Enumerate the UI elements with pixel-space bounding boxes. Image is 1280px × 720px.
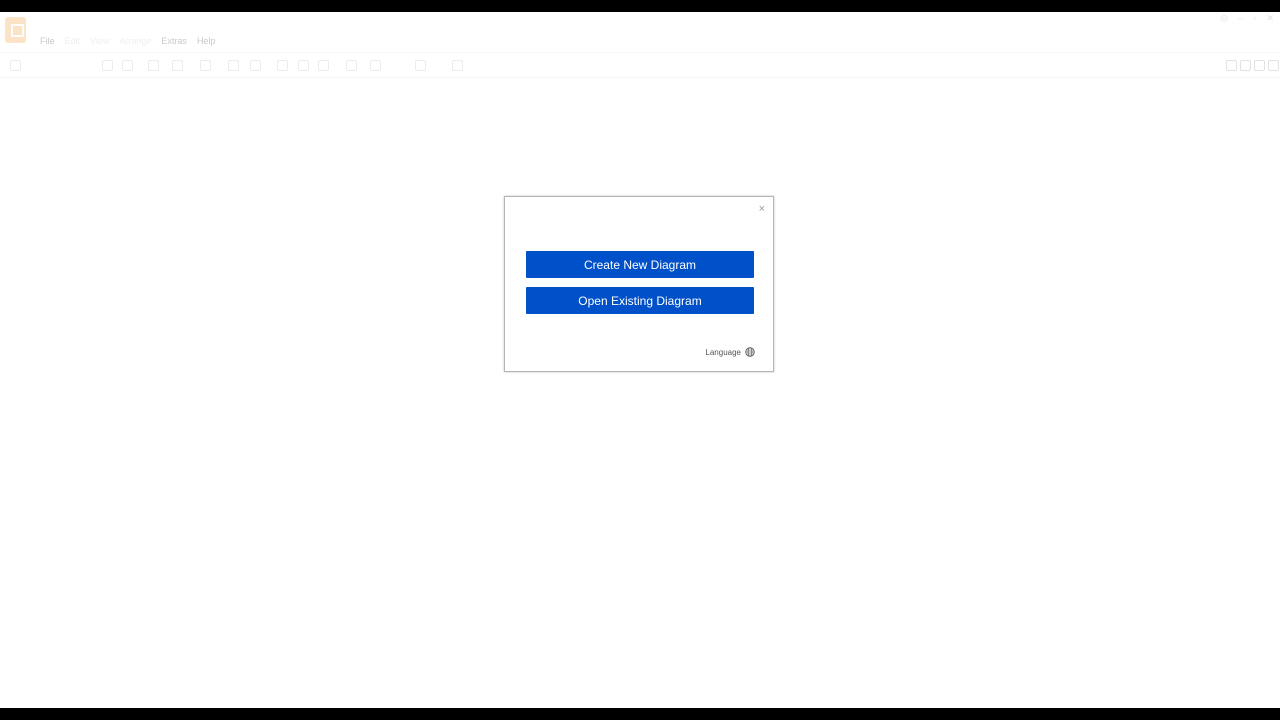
- menu-help[interactable]: Help: [197, 36, 216, 50]
- app-window: File Edit View Arrange Extras Help ◎ – ▫…: [0, 12, 1280, 708]
- language-label: Language: [705, 347, 741, 357]
- close-icon[interactable]: ×: [759, 203, 765, 215]
- format-panel-icon[interactable]: [10, 60, 21, 71]
- minimize-icon[interactable]: –: [1238, 13, 1243, 23]
- waypoints-icon[interactable]: [370, 60, 381, 71]
- maximize-icon[interactable]: ▫: [1253, 13, 1256, 23]
- collapse-icon[interactable]: [1268, 60, 1279, 71]
- menu-file[interactable]: File: [40, 36, 55, 50]
- open-existing-diagram-button[interactable]: Open Existing Diagram: [526, 287, 754, 314]
- fullscreen-icon[interactable]: [1240, 60, 1251, 71]
- insert-icon[interactable]: [415, 60, 426, 71]
- undo-icon[interactable]: [148, 60, 159, 71]
- redo-icon[interactable]: [172, 60, 183, 71]
- line-color-icon[interactable]: [298, 60, 309, 71]
- delete-icon[interactable]: [200, 60, 211, 71]
- globe-small-icon[interactable]: ◎: [1220, 13, 1228, 24]
- connection-icon[interactable]: [346, 60, 357, 71]
- zoom-out-icon[interactable]: [122, 60, 133, 71]
- table-icon[interactable]: [452, 60, 463, 71]
- format-toggle-icon[interactable]: [1254, 60, 1265, 71]
- to-back-icon[interactable]: [250, 60, 261, 71]
- window-close-icon[interactable]: ✕: [1266, 13, 1274, 24]
- shadow-icon[interactable]: [318, 60, 329, 71]
- menu-view[interactable]: View: [90, 36, 109, 50]
- language-selector[interactable]: Language: [705, 347, 755, 357]
- toolbar: [0, 52, 1280, 78]
- zoom-in-icon[interactable]: [102, 60, 113, 71]
- fill-color-icon[interactable]: [277, 60, 288, 71]
- theme-icon[interactable]: [1226, 60, 1237, 71]
- globe-icon: [745, 347, 755, 357]
- app-logo-icon: [5, 17, 26, 43]
- menu-arrange[interactable]: Arrange: [119, 36, 151, 50]
- menu-bar: File Edit View Arrange Extras Help: [40, 36, 215, 50]
- create-new-diagram-button[interactable]: Create New Diagram: [526, 251, 754, 278]
- start-dialog: × Create New Diagram Open Existing Diagr…: [504, 196, 774, 372]
- to-front-icon[interactable]: [228, 60, 239, 71]
- menu-edit[interactable]: Edit: [65, 36, 81, 50]
- window-controls: ◎ – ▫ ✕: [1220, 12, 1274, 24]
- menu-extras[interactable]: Extras: [161, 36, 187, 50]
